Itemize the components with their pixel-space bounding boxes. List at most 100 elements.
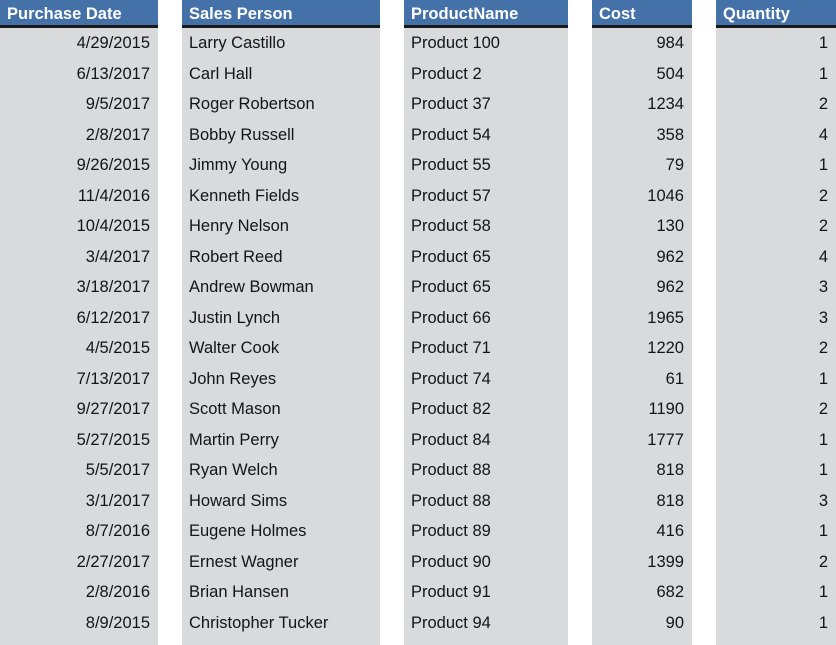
cell-purchase_date[interactable]: 6/13/2017 (0, 59, 158, 90)
cell-purchase_date[interactable]: 5/5/2017 (0, 455, 158, 486)
cell-cost[interactable]: 1234 (592, 89, 692, 120)
cell-quantity[interactable]: 1 (716, 577, 836, 608)
cell-cost[interactable]: 962 (592, 242, 692, 273)
cell-sales_person[interactable]: John Reyes (182, 364, 380, 395)
cell-sales_person[interactable]: Carl Hall (182, 59, 380, 90)
cell-product_name[interactable]: Product 55 (404, 150, 568, 181)
cell-product_name[interactable]: Product 94 (404, 608, 568, 639)
cell-cost[interactable]: 90 (592, 608, 692, 639)
cell-purchase_date[interactable]: 8/9/2015 (0, 608, 158, 639)
column-header-sales-person[interactable]: Sales Person (182, 0, 380, 28)
cell-purchase_date[interactable]: 5/27/2015 (0, 425, 158, 456)
cell-product_name[interactable]: Product 88 (404, 455, 568, 486)
cell-quantity[interactable]: 3 (716, 272, 836, 303)
cell-product_name[interactable]: Product 74 (404, 364, 568, 395)
cell-purchase_date[interactable]: 6/12/2017 (0, 303, 158, 334)
cell-sales_person[interactable]: Henry Nelson (182, 211, 380, 242)
cell-product_name[interactable]: Product 100 (404, 28, 568, 59)
cell-purchase_date[interactable]: 3/4/2017 (0, 242, 158, 273)
cell-purchase_date[interactable]: 7/13/2017 (0, 364, 158, 395)
cell-quantity[interactable]: 2 (716, 211, 836, 242)
cell-product_name[interactable]: Product 58 (404, 211, 568, 242)
cell-quantity[interactable]: 2 (716, 394, 836, 425)
cell-product_name[interactable]: Product 65 (404, 272, 568, 303)
cell-quantity[interactable]: 3 (716, 303, 836, 334)
cell-quantity[interactable]: 1 (716, 516, 836, 547)
cell-quantity[interactable]: 2 (716, 181, 836, 212)
cell-product_name[interactable]: Product 66 (404, 303, 568, 334)
cell-product_name[interactable]: Product 82 (404, 394, 568, 425)
cell-cost[interactable]: 682 (592, 577, 692, 608)
cell-purchase_date[interactable]: 8/7/2016 (0, 516, 158, 547)
cell-sales_person[interactable]: Andrew Bowman (182, 272, 380, 303)
cell-purchase_date[interactable]: 4/5/2015 (0, 333, 158, 364)
cell-cost[interactable]: 1965 (592, 303, 692, 334)
cell-purchase_date[interactable]: 2/8/2017 (0, 120, 158, 151)
cell-quantity[interactable]: 4 (716, 120, 836, 151)
cell-quantity[interactable]: 1 (716, 59, 836, 90)
column-header-product-name[interactable]: ProductName (404, 0, 568, 28)
cell-purchase_date[interactable]: 4/29/2015 (0, 28, 158, 59)
cell-sales_person[interactable]: Ernest Wagner (182, 547, 380, 578)
cell-sales_person[interactable]: Walter Cook (182, 333, 380, 364)
cell-sales_person[interactable]: Scott Mason (182, 394, 380, 425)
cell-cost[interactable]: 504 (592, 59, 692, 90)
cell-cost[interactable]: 1046 (592, 181, 692, 212)
cell-quantity[interactable]: 2 (716, 333, 836, 364)
cell-product_name[interactable]: Product 84 (404, 425, 568, 456)
cell-quantity[interactable]: 1 (716, 608, 836, 639)
cell-cost[interactable]: 818 (592, 486, 692, 517)
cell-quantity[interactable]: 3 (716, 486, 836, 517)
cell-purchase_date[interactable]: 3/18/2017 (0, 272, 158, 303)
cell-product_name[interactable]: Product 37 (404, 89, 568, 120)
cell-sales_person[interactable]: Christopher Tucker (182, 608, 380, 639)
cell-cost[interactable]: 1777 (592, 425, 692, 456)
cell-sales_person[interactable]: Roger Robertson (182, 89, 380, 120)
cell-cost[interactable]: 130 (592, 211, 692, 242)
cell-product_name[interactable]: Product 88 (404, 486, 568, 517)
cell-quantity[interactable]: 1 (716, 150, 836, 181)
cell-cost[interactable]: 1190 (592, 394, 692, 425)
cell-product_name[interactable]: Product 71 (404, 333, 568, 364)
cell-cost[interactable]: 1220 (592, 333, 692, 364)
column-header-purchase-date[interactable]: Purchase Date (0, 0, 158, 28)
cell-cost[interactable]: 61 (592, 364, 692, 395)
cell-product_name[interactable]: Product 90 (404, 547, 568, 578)
cell-sales_person[interactable]: Eugene Holmes (182, 516, 380, 547)
cell-sales_person[interactable]: Brian Hansen (182, 577, 380, 608)
cell-sales_person[interactable]: Justin Lynch (182, 303, 380, 334)
cell-sales_person[interactable]: Kenneth Fields (182, 181, 380, 212)
cell-product_name[interactable]: Product 91 (404, 577, 568, 608)
cell-purchase_date[interactable]: 3/1/2017 (0, 486, 158, 517)
cell-sales_person[interactable]: Martin Perry (182, 425, 380, 456)
cell-cost[interactable]: 984 (592, 28, 692, 59)
cell-quantity[interactable]: 2 (716, 547, 836, 578)
column-header-cost[interactable]: Cost (592, 0, 692, 28)
column-header-quantity[interactable]: Quantity (716, 0, 836, 28)
cell-purchase_date[interactable]: 2/27/2017 (0, 547, 158, 578)
cell-quantity[interactable]: 1 (716, 425, 836, 456)
cell-product_name[interactable]: Product 65 (404, 242, 568, 273)
cell-cost[interactable]: 79 (592, 150, 692, 181)
cell-sales_person[interactable]: Jimmy Young (182, 150, 380, 181)
cell-purchase_date[interactable]: 9/26/2015 (0, 150, 158, 181)
cell-sales_person[interactable]: Larry Castillo (182, 28, 380, 59)
cell-quantity[interactable]: 1 (716, 364, 836, 395)
cell-sales_person[interactable]: Robert Reed (182, 242, 380, 273)
cell-quantity[interactable]: 1 (716, 455, 836, 486)
cell-purchase_date[interactable]: 9/5/2017 (0, 89, 158, 120)
cell-product_name[interactable]: Product 89 (404, 516, 568, 547)
cell-cost[interactable]: 416 (592, 516, 692, 547)
cell-cost[interactable]: 962 (592, 272, 692, 303)
cell-purchase_date[interactable]: 10/4/2015 (0, 211, 158, 242)
cell-quantity[interactable]: 4 (716, 242, 836, 273)
cell-quantity[interactable]: 2 (716, 89, 836, 120)
cell-purchase_date[interactable]: 9/27/2017 (0, 394, 158, 425)
cell-quantity[interactable]: 1 (716, 28, 836, 59)
cell-product_name[interactable]: Product 54 (404, 120, 568, 151)
cell-product_name[interactable]: Product 57 (404, 181, 568, 212)
cell-sales_person[interactable]: Ryan Welch (182, 455, 380, 486)
cell-purchase_date[interactable]: 2/8/2016 (0, 577, 158, 608)
cell-cost[interactable]: 818 (592, 455, 692, 486)
cell-cost[interactable]: 358 (592, 120, 692, 151)
